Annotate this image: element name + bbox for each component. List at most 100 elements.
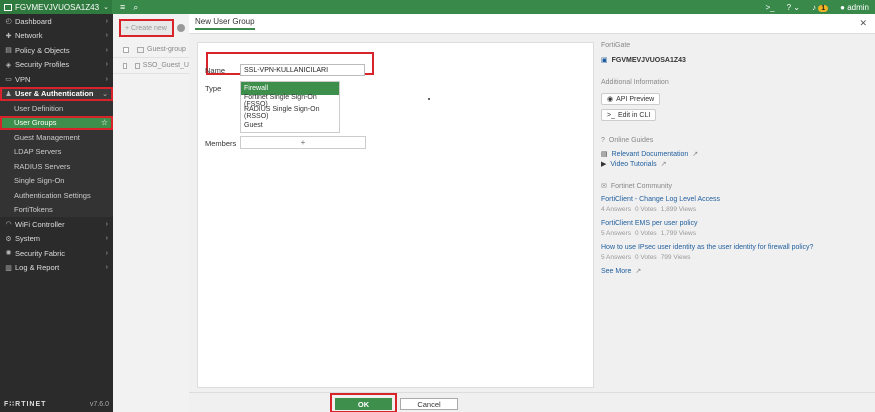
chevron-right-icon: › bbox=[105, 46, 108, 54]
device-link[interactable]: FGVMEVJVUOSA1Z43 bbox=[612, 57, 686, 64]
type-option-rsso[interactable]: RADIUS Single Sign-On (RSSO) bbox=[241, 106, 339, 120]
notifications-button[interactable]: ♪ 1 bbox=[811, 2, 829, 12]
see-more-link[interactable]: See More bbox=[601, 268, 631, 275]
device-icon bbox=[4, 3, 12, 11]
form-card: Name SSL-VPN-KULLANICILARI Type Firewall… bbox=[197, 42, 594, 388]
relevant-docs-link[interactable]: Relevant Documentation bbox=[612, 151, 689, 158]
sidebar-item-log-report[interactable]: ▥ Log & Report › bbox=[0, 261, 113, 276]
chevron-right-icon: › bbox=[105, 32, 108, 40]
sidebar-subitem-sso[interactable]: Single Sign-On bbox=[0, 173, 113, 188]
sidebar-item-wifi[interactable]: ◠ WiFi Controller › bbox=[0, 217, 113, 232]
star-icon[interactable]: ☆ bbox=[101, 118, 108, 127]
network-icon: ✚ bbox=[5, 32, 12, 40]
sidebar-subitem-radius[interactable]: RADIUS Servers bbox=[0, 159, 113, 174]
user-name: admin bbox=[847, 2, 869, 12]
settings-icon[interactable] bbox=[177, 24, 185, 32]
chevron-right-icon: › bbox=[105, 17, 108, 25]
sidebar-subitem-guest-management[interactable]: Guest Management bbox=[0, 130, 113, 145]
log-icon: ▥ bbox=[5, 264, 12, 272]
votes-count: 0 Votes bbox=[635, 254, 657, 261]
question-icon: ? bbox=[601, 137, 605, 144]
sidebar-item-policy[interactable]: ▤ Policy & Objects › bbox=[0, 43, 113, 58]
sidebar-subitem-fortitokens[interactable]: FortiTokens bbox=[0, 202, 113, 217]
chevron-right-icon: › bbox=[105, 75, 108, 83]
dialog-title: New User Group bbox=[195, 17, 255, 30]
chevron-right-icon: › bbox=[105, 61, 108, 69]
bell-icon: ♪ bbox=[811, 2, 816, 12]
ok-button[interactable]: OK bbox=[335, 398, 392, 410]
community-heading: Fortinet Community bbox=[610, 182, 672, 190]
notification-badge: 1 bbox=[818, 4, 829, 12]
policy-icon: ▤ bbox=[5, 47, 12, 55]
answers-count: 4 Answers bbox=[601, 206, 631, 213]
chevron-right-icon: › bbox=[105, 249, 108, 257]
api-preview-button[interactable]: ◉ API Preview bbox=[601, 93, 661, 105]
group-icon bbox=[135, 62, 140, 69]
device-name: FGVMEVJVUOSA1Z43 bbox=[15, 2, 100, 12]
sidebar-footer: F∷RTINET v7.6.0 bbox=[0, 398, 113, 410]
device-selector[interactable]: FGVMEVJVUOSA1Z43 ⌄ bbox=[0, 0, 112, 14]
wifi-icon: ◠ bbox=[5, 221, 12, 229]
fortigate-heading: FortiGate bbox=[601, 42, 631, 49]
external-link-icon: ↗ bbox=[635, 268, 642, 275]
row-checkbox[interactable] bbox=[123, 46, 129, 53]
additional-info-heading: Additional Information bbox=[601, 79, 669, 86]
eye-icon: ◉ bbox=[607, 96, 614, 103]
chevron-down-icon: ⌄ bbox=[102, 90, 108, 98]
dialog-header: New User Group ✕ bbox=[189, 14, 875, 34]
sidebar-item-system[interactable]: ⚙ System › bbox=[0, 232, 113, 247]
cursor-dot bbox=[428, 98, 430, 100]
row-checkbox[interactable] bbox=[123, 62, 128, 69]
user-icon: ♟ bbox=[5, 90, 12, 98]
help-icon[interactable]: ? ⌄ bbox=[787, 3, 800, 12]
fortinet-logo: F∷RTINET bbox=[4, 401, 47, 408]
search-icon[interactable]: ⌕ bbox=[133, 2, 138, 13]
sidebar-item-security-profiles[interactable]: ◈ Security Profiles › bbox=[0, 58, 113, 73]
shield-icon: ◈ bbox=[5, 61, 12, 69]
community-icon: ✉ bbox=[601, 183, 607, 190]
sidebar-item-user-auth[interactable]: ♟ User & Authentication ⌄ bbox=[0, 86, 113, 101]
chevron-right-icon: › bbox=[105, 235, 108, 243]
user-icon: ● bbox=[840, 2, 845, 12]
create-new-button[interactable]: + Create new bbox=[119, 19, 174, 37]
sidebar-subitem-auth-settings[interactable]: Authentication Settings bbox=[0, 188, 113, 203]
edit-cli-button[interactable]: >_ Edit in CLI bbox=[601, 109, 657, 121]
sidebar-item-security-fabric[interactable]: ✺ Security Fabric › bbox=[0, 246, 113, 261]
type-label: Type bbox=[205, 84, 222, 93]
online-guides-heading: Online Guides bbox=[608, 137, 654, 144]
user-menu[interactable]: ● admin bbox=[840, 3, 869, 12]
terminal-icon[interactable]: >_ bbox=[765, 3, 774, 12]
external-link-icon: ↗ bbox=[660, 161, 667, 168]
sidebar-item-dashboard[interactable]: ◴ Dashboard › bbox=[0, 14, 113, 29]
terminal-icon: >_ bbox=[607, 111, 615, 119]
type-select[interactable]: Firewall Fortinet Single Sign-On (FSSO) … bbox=[240, 81, 340, 133]
table-row[interactable]: SSO_Guest_U bbox=[113, 58, 189, 74]
community-link[interactable]: FortiClient - Change Log Level Access bbox=[601, 196, 720, 203]
sidebar-subitem-user-definition[interactable]: User Definition bbox=[0, 101, 113, 116]
sidebar-subitem-ldap[interactable]: LDAP Servers bbox=[0, 144, 113, 159]
menu-icon[interactable]: ≡ bbox=[120, 2, 125, 12]
sidebar-subitem-user-groups[interactable]: User Groups ☆ bbox=[0, 115, 113, 130]
views-count: 799 Views bbox=[660, 254, 691, 261]
views-count: 1,799 Views bbox=[660, 230, 696, 237]
votes-count: 0 Votes bbox=[635, 206, 657, 213]
sidebar-item-vpn[interactable]: ▭ VPN › bbox=[0, 72, 113, 87]
dashboard-icon: ◴ bbox=[5, 18, 12, 26]
fabric-icon: ✺ bbox=[5, 250, 12, 258]
close-icon[interactable]: ✕ bbox=[859, 18, 867, 29]
community-link[interactable]: FortiClient EMS per user policy bbox=[601, 220, 697, 227]
sidebar-item-network[interactable]: ✚ Network › bbox=[0, 29, 113, 44]
video-icon: ▶ bbox=[601, 161, 607, 168]
video-tutorials-link[interactable]: Video Tutorials bbox=[610, 161, 656, 168]
name-input[interactable]: SSL-VPN-KULLANICILARI bbox=[240, 64, 365, 76]
members-add-button[interactable]: + bbox=[240, 136, 366, 149]
community-link[interactable]: How to use IPsec user identity as the us… bbox=[601, 244, 813, 251]
table-row[interactable]: Guest-group bbox=[113, 42, 189, 58]
dialog-footer: OK Cancel bbox=[189, 392, 875, 412]
type-option-guest[interactable]: Guest bbox=[241, 120, 339, 133]
type-option-fsso[interactable]: Fortinet Single Sign-On (FSSO) bbox=[241, 94, 339, 108]
cancel-button[interactable]: Cancel bbox=[400, 398, 458, 410]
answers-count: 5 Answers bbox=[601, 230, 631, 237]
chevron-down-icon: ⌄ bbox=[103, 4, 109, 11]
type-option-firewall[interactable]: Firewall bbox=[241, 82, 339, 95]
